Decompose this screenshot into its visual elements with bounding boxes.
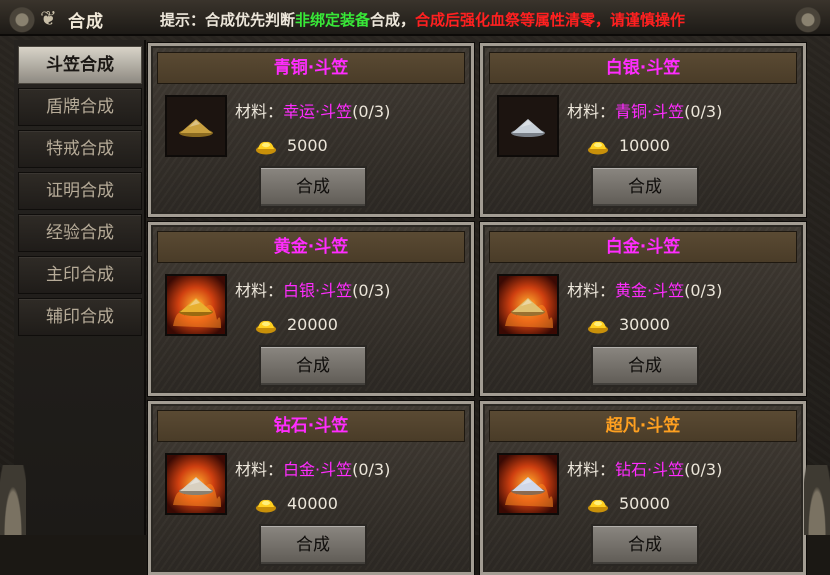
material-name: 白金·斗笠 bbox=[283, 460, 353, 479]
tab-sub-seal-synthesis[interactable]: 辅印合成 bbox=[18, 298, 142, 336]
gold-ingot-icon bbox=[256, 320, 276, 333]
transcendent-hat-icon bbox=[499, 455, 557, 513]
recipe-card: 青铜·斗笠 材料：幸运·斗笠(0/3) 5000 合成 bbox=[148, 43, 474, 217]
ornament-icon bbox=[804, 465, 830, 535]
gold-cost: 50000 bbox=[587, 494, 670, 513]
material-name: 黄金·斗笠 bbox=[615, 281, 685, 300]
material-count: (0/3) bbox=[352, 281, 391, 300]
title-bar: ❦ 合成 提示：合成优先判断非绑定装备合成，合成后强化血祭等属性清零，请谨慎操作 bbox=[0, 0, 830, 36]
tab-special-ring-synthesis[interactable]: 特戒合成 bbox=[18, 130, 142, 168]
material-row: 材料：黄金·斗笠(0/3) bbox=[567, 277, 722, 301]
material-count: (0/3) bbox=[352, 102, 391, 121]
category-sidebar: 斗笠合成 盾牌合成 特戒合成 证明合成 经验合成 主印合成 辅印合成 bbox=[14, 40, 146, 535]
transcendent-hat-icon[interactable] bbox=[497, 453, 559, 515]
material-label: 材料： bbox=[567, 281, 616, 300]
recipe-card: 白银·斗笠 材料：青铜·斗笠(0/3) 10000 合成 bbox=[480, 43, 806, 217]
recipe-card: 白金·斗笠 材料：黄金·斗笠(0/3) 30000 合成 bbox=[480, 222, 806, 396]
bronze-hat-icon bbox=[167, 97, 225, 155]
recipe-card: 黄金·斗笠 材料：白银·斗笠(0/3) 20000 合成 bbox=[148, 222, 474, 396]
recipe-card: 钻石·斗笠 材料：白金·斗笠(0/3) 40000 合成 bbox=[148, 401, 474, 575]
material-label: 材料： bbox=[567, 102, 616, 121]
gold-hat-icon[interactable] bbox=[165, 274, 227, 336]
recipe-card: 超凡·斗笠 材料：钻石·斗笠(0/3) 50000 合成 bbox=[480, 401, 806, 575]
recipe-title: 黄金·斗笠 bbox=[157, 231, 465, 263]
recipe-title: 钻石·斗笠 bbox=[157, 410, 465, 442]
silver-hat-icon bbox=[499, 97, 557, 155]
recipe-title: 白金·斗笠 bbox=[489, 231, 797, 263]
synthesis-window: ❦ 合成 提示：合成优先判断非绑定装备合成，合成后强化血祭等属性清零，请谨慎操作… bbox=[0, 0, 830, 575]
hint-text: 提示：合成优先判断非绑定装备合成，合成后强化血祭等属性清零，请谨慎操作 bbox=[160, 11, 686, 29]
gold-cost: 40000 bbox=[255, 494, 338, 513]
recipe-title: 青铜·斗笠 bbox=[157, 52, 465, 84]
gold-cost: 20000 bbox=[255, 315, 338, 334]
gold-ingot-icon bbox=[588, 141, 608, 154]
material-row: 材料：幸运·斗笠(0/3) bbox=[235, 98, 390, 122]
craft-button[interactable]: 合成 bbox=[591, 166, 699, 208]
material-label: 材料： bbox=[235, 281, 284, 300]
silver-hat-icon[interactable] bbox=[497, 95, 559, 157]
platinum-hat-icon[interactable] bbox=[497, 274, 559, 336]
gold-ingot-icon bbox=[588, 320, 608, 333]
ornament-icon bbox=[788, 0, 828, 36]
material-name: 青铜·斗笠 bbox=[615, 102, 685, 121]
recipe-grid: 青铜·斗笠 材料：幸运·斗笠(0/3) 5000 合成 白银·斗笠 材料：青铜·… bbox=[146, 40, 830, 575]
tab-hat-synthesis[interactable]: 斗笠合成 bbox=[18, 46, 142, 84]
craft-button[interactable]: 合成 bbox=[259, 524, 367, 566]
material-name: 钻石·斗笠 bbox=[615, 460, 685, 479]
material-label: 材料： bbox=[567, 460, 616, 479]
ornament-icon bbox=[2, 0, 42, 36]
material-count: (0/3) bbox=[352, 460, 391, 479]
tab-exp-synthesis[interactable]: 经验合成 bbox=[18, 214, 142, 252]
material-row: 材料：钻石·斗笠(0/3) bbox=[567, 456, 722, 480]
tab-main-seal-synthesis[interactable]: 主印合成 bbox=[18, 256, 142, 294]
gold-ingot-icon bbox=[256, 499, 276, 512]
bronze-hat-icon[interactable] bbox=[165, 95, 227, 157]
material-count: (0/3) bbox=[684, 102, 723, 121]
material-name: 白银·斗笠 bbox=[283, 281, 353, 300]
ornament-icon bbox=[0, 465, 26, 535]
platinum-hat-icon bbox=[499, 276, 557, 334]
material-count: (0/3) bbox=[684, 281, 723, 300]
craft-button[interactable]: 合成 bbox=[591, 524, 699, 566]
material-row: 材料：青铜·斗笠(0/3) bbox=[567, 98, 722, 122]
gold-hat-icon bbox=[167, 276, 225, 334]
diamond-hat-icon bbox=[167, 455, 225, 513]
diamond-hat-icon[interactable] bbox=[165, 453, 227, 515]
tab-shield-synthesis[interactable]: 盾牌合成 bbox=[18, 88, 142, 126]
material-label: 材料： bbox=[235, 102, 284, 121]
craft-button[interactable]: 合成 bbox=[259, 166, 367, 208]
gold-cost: 5000 bbox=[255, 136, 328, 155]
recipe-title: 白银·斗笠 bbox=[489, 52, 797, 84]
gold-cost: 10000 bbox=[587, 136, 670, 155]
material-row: 材料：白银·斗笠(0/3) bbox=[235, 277, 390, 301]
recipe-title: 超凡·斗笠 bbox=[489, 410, 797, 442]
gold-ingot-icon bbox=[588, 499, 608, 512]
material-row: 材料：白金·斗笠(0/3) bbox=[235, 456, 390, 480]
craft-button[interactable]: 合成 bbox=[259, 345, 367, 387]
window-title: 合成 bbox=[68, 12, 104, 32]
material-label: 材料： bbox=[235, 460, 284, 479]
gold-ingot-icon bbox=[256, 141, 276, 154]
tab-proof-synthesis[interactable]: 证明合成 bbox=[18, 172, 142, 210]
material-name: 幸运·斗笠 bbox=[283, 102, 353, 121]
gold-cost: 30000 bbox=[587, 315, 670, 334]
material-count: (0/3) bbox=[684, 460, 723, 479]
swirl-icon: ❦ bbox=[40, 6, 57, 30]
craft-button[interactable]: 合成 bbox=[591, 345, 699, 387]
